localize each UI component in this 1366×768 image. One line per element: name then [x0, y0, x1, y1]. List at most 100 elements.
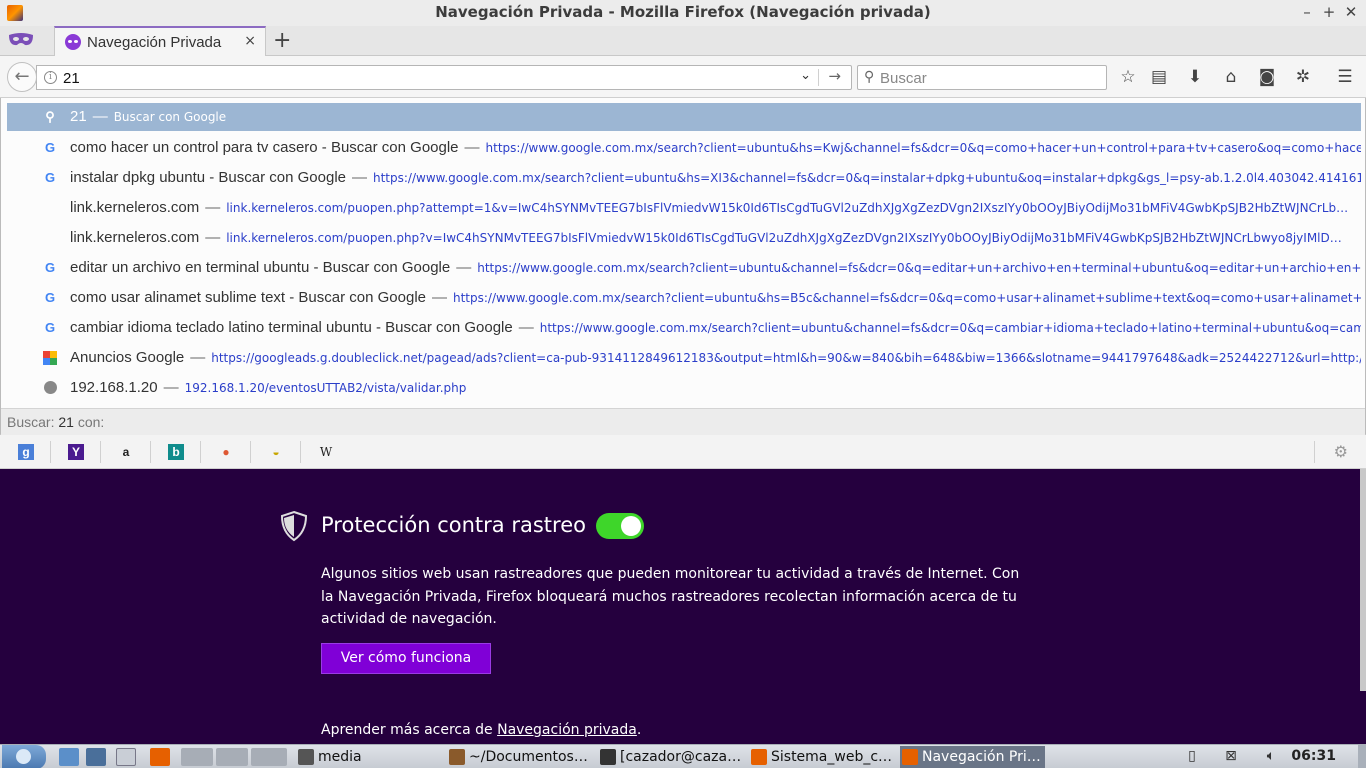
new-tab-button[interactable]: + [273, 28, 291, 53]
battery-icon[interactable]: ▯ [1183, 748, 1201, 766]
engine-divider [100, 441, 101, 463]
autocomplete-row-text: link.kerneleros.com — link.kerneleros.com/… [70, 229, 1342, 246]
window-titlebar: Navegación Privada - Mozilla Firefox (Na… [0, 0, 1366, 26]
terminal-launcher-icon[interactable] [116, 748, 136, 766]
learn-more-text: Aprender más acerca de Navegación privad… [321, 722, 642, 738]
start-menu-button[interactable] [2, 745, 46, 768]
autocomplete-row-text: 21— Buscar con Google [70, 108, 227, 125]
autocomplete-row-text: como usar alinamet sublime text - Buscar… [70, 289, 1361, 306]
tab-label: Navegación Privada [87, 33, 222, 51]
workspace-3[interactable] [251, 748, 287, 766]
autocomplete-row[interactable]: G instalar dpkg ubuntu - Buscar con Goog… [7, 164, 1361, 192]
autocomplete-row[interactable]: G editar un archivo en terminal ubuntu -… [7, 254, 1361, 282]
taskbar-window-sistema-web[interactable]: Sistema_web_c… [751, 746, 896, 768]
tracking-protection-description: Algunos sitios web usan rastreadores que… [321, 566, 1020, 627]
firefox-icon [902, 749, 918, 765]
engine-divider [150, 441, 151, 463]
autocomplete-row-search[interactable]: ⚲ 21— Buscar con Google [7, 103, 1361, 131]
tracking-protection-title: Protección contra rastreo [321, 513, 586, 537]
gear-icon[interactable]: ⚙ [1334, 442, 1348, 461]
autocomplete-row-text: 192.168.1.20—192.168.1.20/eventosUTTAB2/… [70, 379, 467, 396]
clock[interactable]: 06:31 [1291, 748, 1336, 764]
taskbar-window-terminal[interactable]: [cazador@caza… [600, 746, 745, 768]
globe-icon [43, 381, 57, 395]
see-how-it-works-button[interactable]: Ver cómo funciona [321, 643, 491, 674]
pocket-icon[interactable]: ◙ [1256, 66, 1278, 88]
taskbar: media ~/Documentos… [cazador@caza… Siste… [0, 744, 1366, 768]
private-mask-icon [9, 33, 33, 46]
back-button[interactable]: ← [7, 62, 37, 92]
search-bar[interactable]: ⚲ [857, 65, 1107, 90]
bookmarks-menu-icon[interactable]: ▤ [1148, 66, 1170, 88]
search-input[interactable] [880, 68, 1100, 88]
autocomplete-row-text: editar un archivo en terminal ubuntu - B… [70, 259, 1361, 276]
autocomplete-row-text: cambiar idioma teclado latino terminal u… [70, 319, 1361, 336]
autocomplete-row-text: link.kerneleros.com — link.kerneleros.com/… [70, 199, 1349, 216]
file-manager-icon[interactable] [86, 748, 106, 766]
volume-icon[interactable]: 🔈︎ [1262, 748, 1280, 766]
taskbar-window-navegacion-privada[interactable]: Navegación Pri… [900, 746, 1045, 768]
shield-icon [280, 510, 308, 542]
tab-private-browsing[interactable]: Navegación Privada × [54, 26, 266, 56]
google-icon: G [44, 140, 56, 155]
autocomplete-row[interactable]: G como usar alinamet sublime text - Busc… [7, 284, 1361, 312]
mercadolibre-engine-icon[interactable]: ◒ [268, 444, 284, 460]
autocomplete-row-text: Anuncios Google — https://googleads.g.doub… [70, 349, 1361, 366]
bing-engine-icon[interactable]: b [168, 444, 184, 460]
search-icon: ⚲ [864, 69, 875, 85]
private-browsing-link[interactable]: Navegación privada [497, 722, 637, 738]
search-engines-bar: g Y a b ● ◒ W ⚙ [0, 435, 1366, 469]
maximize-button[interactable]: + [1322, 2, 1336, 22]
terminal-icon [600, 749, 616, 765]
minimize-button[interactable]: – [1300, 2, 1314, 22]
home-icon[interactable]: ⌂ [1220, 66, 1242, 88]
url-autocomplete-popup: ⚲ 21— Buscar con Google G como hacer un c… [0, 98, 1366, 435]
network-icon[interactable]: ⊠ [1222, 748, 1240, 766]
bookmark-star-icon[interactable]: ☆ [1117, 66, 1139, 88]
autocomplete-row-text: como hacer un control para tv casero - B… [70, 139, 1361, 156]
scrollbar[interactable] [1360, 469, 1366, 691]
google-icon: G [44, 320, 56, 335]
private-browsing-page: Protección contra rastreo Algunos sitios… [0, 469, 1366, 744]
url-input[interactable] [63, 68, 803, 88]
yahoo-engine-icon[interactable]: Y [68, 444, 84, 460]
go-arrow-icon[interactable]: → [828, 67, 841, 85]
engine-divider [200, 441, 201, 463]
autocomplete-row[interactable]: link.kerneleros.com — link.kerneleros.com/… [7, 224, 1361, 252]
hamburger-menu-icon[interactable]: ☰ [1334, 66, 1356, 88]
amazon-engine-icon[interactable]: a [118, 444, 134, 460]
navigation-toolbar: i ⌄ → ← ⚲ ☆ ▤ ⬇ ⌂ ◙ ✲ ☰ [0, 56, 1366, 98]
search-icon: ⚲ [45, 109, 55, 124]
extension-icon[interactable]: ✲ [1292, 66, 1314, 88]
google-icon: G [44, 290, 56, 305]
downloads-icon[interactable]: ⬇ [1184, 66, 1206, 88]
chevron-down-icon[interactable]: ⌄ [800, 68, 811, 83]
wikipedia-engine-icon[interactable]: W [318, 444, 334, 460]
google-ads-icon [43, 351, 57, 365]
autocomplete-row[interactable]: 192.168.1.20—192.168.1.20/eventosUTTAB2/… [7, 374, 1361, 402]
google-engine-icon[interactable]: g [18, 444, 34, 460]
show-desktop-corner[interactable] [1358, 745, 1366, 768]
site-info-icon[interactable]: i [44, 71, 57, 84]
firefox-launcher-icon[interactable] [150, 748, 170, 766]
close-tab-button[interactable]: × [244, 33, 256, 49]
url-bar[interactable]: i ⌄ → [36, 65, 852, 90]
taskbar-window-media[interactable]: media [298, 746, 443, 768]
workspace-1[interactable] [181, 748, 213, 766]
taskbar-window-documentos[interactable]: ~/Documentos… [449, 746, 594, 768]
close-window-button[interactable]: ✕ [1344, 2, 1358, 22]
engine-divider [50, 441, 51, 463]
engine-divider [250, 441, 251, 463]
tracking-protection-toggle[interactable] [596, 513, 644, 539]
workspace-2[interactable] [216, 748, 248, 766]
url-bar-divider [818, 69, 819, 86]
autocomplete-row[interactable]: Anuncios Google — https://googleads.g.doub… [7, 344, 1361, 372]
duckduckgo-engine-icon[interactable]: ● [218, 444, 234, 460]
window-title: Navegación Privada - Mozilla Firefox (Na… [435, 3, 931, 21]
autocomplete-row[interactable]: G como hacer un control para tv casero -… [7, 134, 1361, 162]
autocomplete-row-text: instalar dpkg ubuntu - Buscar con Google… [70, 169, 1361, 186]
show-desktop-icon[interactable] [59, 748, 79, 766]
folder-icon [298, 749, 314, 765]
autocomplete-row[interactable]: link.kerneleros.com — link.kerneleros.com/… [7, 194, 1361, 222]
autocomplete-row[interactable]: G cambiar idioma teclado latino terminal… [7, 314, 1361, 342]
